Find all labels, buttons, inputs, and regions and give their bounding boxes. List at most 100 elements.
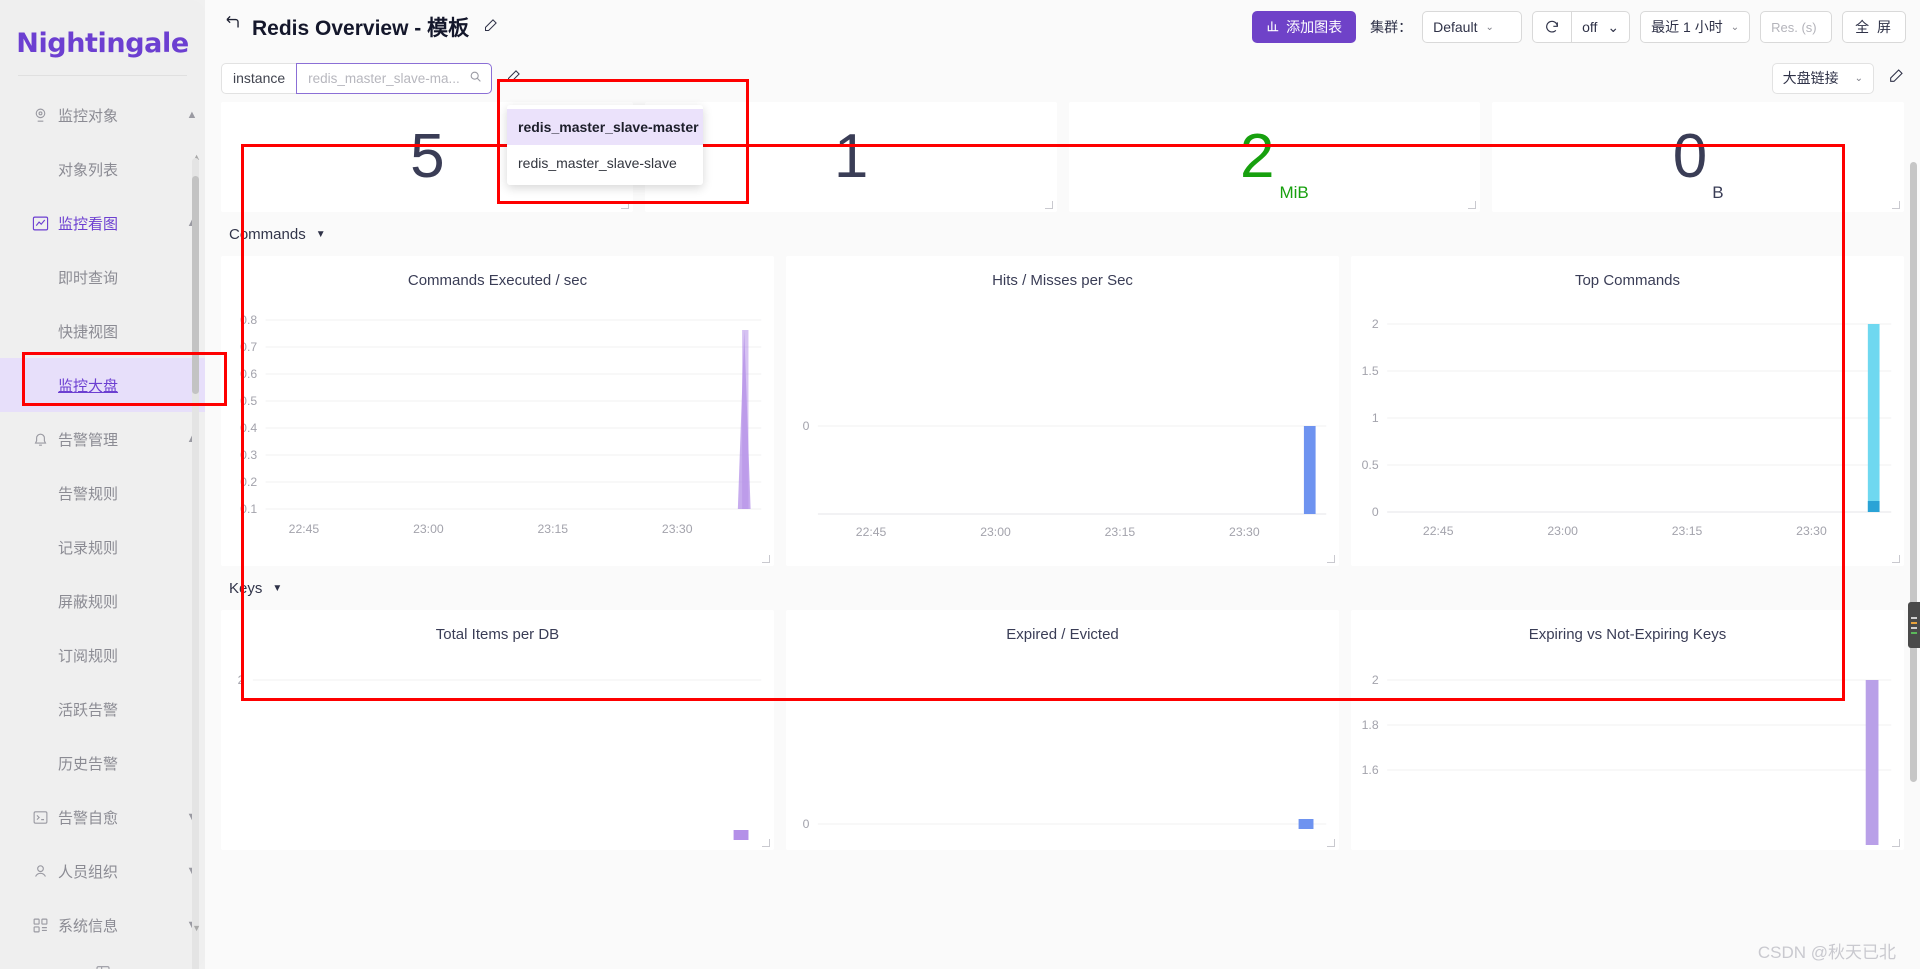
sidebar-item-system-info[interactable]: 系统信息 ▼ [0,898,205,952]
sidebar-item-alert-management[interactable]: 告警管理 ▲ [0,412,205,466]
board-scroll-thumb[interactable] [1910,162,1917,782]
chart-title: Top Commands [1574,272,1681,289]
caret-down-icon: ▼ [272,582,283,594]
resolution-input[interactable]: Res. (s) [1760,11,1833,43]
sidebar-item-subscribe-rules[interactable]: 订阅规则 [0,628,205,682]
chart-title: Expired / Evicted [1006,626,1119,643]
resize-handle[interactable] [1892,201,1900,209]
sidebar-scrollbar[interactable] [192,158,199,969]
dropdown-option[interactable]: redis_master_slave-master [507,109,703,145]
svg-text:0: 0 [1372,505,1379,519]
svg-text:23:30: 23:30 [662,522,693,536]
resize-handle[interactable] [1468,201,1477,209]
watermark: CSDN @秋天已北 [1757,943,1896,962]
sidebar-item-alert-rules[interactable]: 告警规则 [0,466,205,520]
sidebar-item-self-healing[interactable]: 告警自愈 ▼ [0,790,205,844]
sidebar-item-monitoring-objects[interactable]: 监控对象 ▲ [0,88,205,142]
svg-text:0.2: 0.2 [240,475,257,489]
chart-plot-area: 2 1.8 1.6 [1351,652,1904,850]
sidebar-scroll-thumb[interactable] [192,176,199,394]
chart-card[interactable]: Total Items per DB 2 [221,610,774,850]
resize-handle[interactable] [1892,555,1900,563]
chart-plot-area: 0 [786,652,1339,850]
sidebar-item-dashboard[interactable]: 监控大盘 [0,358,205,412]
resize-handle[interactable] [620,201,629,209]
svg-text:0.6: 0.6 [240,367,257,381]
pencil-icon[interactable] [483,18,498,37]
sidebar-collapse-button[interactable] [0,952,205,969]
cluster-select[interactable]: Default ⌄ [1422,11,1523,43]
chart-title: Hits / Misses per Sec [992,272,1133,289]
chevron-down-icon: ⌄ [1730,21,1740,33]
side-drawer-handle[interactable] [1908,602,1920,648]
scroll-down-arrow[interactable]: ▼ [192,923,201,933]
sidebar-item-record-rules[interactable]: 记录规则 [0,520,205,574]
resize-handle[interactable] [1327,839,1335,847]
chart-card[interactable]: Commands Executed / sec 0.8 0.7 0.6 0.5 … [221,256,774,566]
grid-icon [32,917,58,934]
time-range-select[interactable]: 最近 1 小时 ⌄ [1640,11,1751,43]
top-toolbar: Redis Overview - 模板 添加图表 集群： Default ⌄ o… [205,0,1920,54]
svg-text:2: 2 [238,673,245,687]
resolution-placeholder: Res. (s) [1771,19,1817,35]
refresh-interval-value: off [1582,19,1598,35]
fullscreen-button[interactable]: 全 屏 [1842,11,1906,43]
sidebar-item-mute-rules[interactable]: 屏蔽规则 [0,574,205,628]
sidebar-item-object-list[interactable]: 对象列表 [0,142,205,196]
sidebar-item-personnel[interactable]: 人员组织 ▼ [0,844,205,898]
sidebar-item-label: 监控看图 [58,215,119,233]
refresh-button[interactable] [1532,11,1573,43]
add-chart-button[interactable]: 添加图表 [1252,11,1357,43]
cluster-label: 集群： [1370,19,1413,35]
sidebar-item-quick-view[interactable]: 快捷视图 [0,304,205,358]
stat-card[interactable]: 1 [644,102,1057,212]
collapse-menu-icon [95,964,111,969]
resize-handle[interactable] [1892,839,1900,847]
chart-card[interactable]: Expiring vs Not-Expiring Keys 2 1.8 1.6 [1351,610,1904,850]
stat-card[interactable]: 0 B [1492,102,1904,212]
chart-row-keys: Total Items per DB 2 Expired / Evicted 0… [221,610,1904,850]
resize-handle[interactable] [1327,555,1335,563]
sidebar-item-label: 监控对象 [58,107,119,125]
stat-value: 0 [1672,122,1707,191]
resize-handle[interactable] [762,555,770,563]
instance-search-input[interactable]: redis_master_slave-ma... [296,62,493,94]
chart-card[interactable]: Top Commands 2 1.5 1 0.5 0 22:45 23:00 2… [1351,256,1904,566]
instance-placeholder: redis_master_slave-ma... [308,70,460,86]
chart-title: Commands Executed / sec [407,272,588,289]
resize-handle[interactable] [762,839,770,847]
resize-handle[interactable] [1044,201,1053,209]
section-header-keys[interactable]: Keys ▼ [221,566,1904,610]
svg-text:23:30: 23:30 [1796,524,1827,538]
stat-value: 5 [410,122,444,191]
chart-card[interactable]: Hits / Misses per Sec 0 22:45 23:00 23:1… [786,256,1339,566]
dashboard-link-select[interactable]: 大盘链接 ⌄ [1771,62,1874,94]
sidebar-item-monitoring-charts[interactable]: 监控看图 ▲ [0,196,205,250]
sidebar-item-label: 快捷视图 [58,323,119,341]
back-arrow-icon[interactable] [223,14,242,40]
svg-text:0: 0 [803,817,810,831]
sidebar-item-label: 人员组织 [58,863,119,881]
chart-card[interactable]: Expired / Evicted 0 [786,610,1339,850]
sidebar: Nightingale 监控对象 ▲ 对象列表 监控看图 ▲ [0,0,227,969]
svg-text:22:45: 22:45 [856,525,887,539]
handle-bar [1911,616,1917,619]
section-header-commands[interactable]: Commands ▼ [221,212,1904,256]
svg-text:23:15: 23:15 [1672,524,1703,538]
sidebar-divider [18,75,187,76]
sidebar-item-instant-query[interactable]: 即时查询 [0,250,205,304]
sidebar-item-history-alerts[interactable]: 历史告警 [0,736,205,790]
variable-edit-icon[interactable] [506,69,521,88]
stat-unit: B [1712,183,1724,202]
variable-filter-bar: instance redis_master_slave-ma... 大盘链接 ⌄ [205,54,1920,102]
instance-dropdown-menu[interactable]: redis_master_slave-master redis_master_s… [507,105,703,185]
dropdown-option[interactable]: redis_master_slave-slave [507,145,703,181]
stat-card[interactable]: 2 MiB [1068,102,1481,212]
dashboard-edit-icon[interactable] [1888,68,1904,89]
sidebar-item-label: 订阅规则 [58,647,119,665]
chart-plot-area: 2 [221,652,774,850]
sidebar-item-active-alerts[interactable]: 活跃告警 [0,682,205,736]
svg-text:23:00: 23:00 [1547,524,1578,538]
chevron-down-icon: ⌄ [1854,72,1863,84]
refresh-interval-select[interactable]: off ⌄ [1572,11,1631,43]
